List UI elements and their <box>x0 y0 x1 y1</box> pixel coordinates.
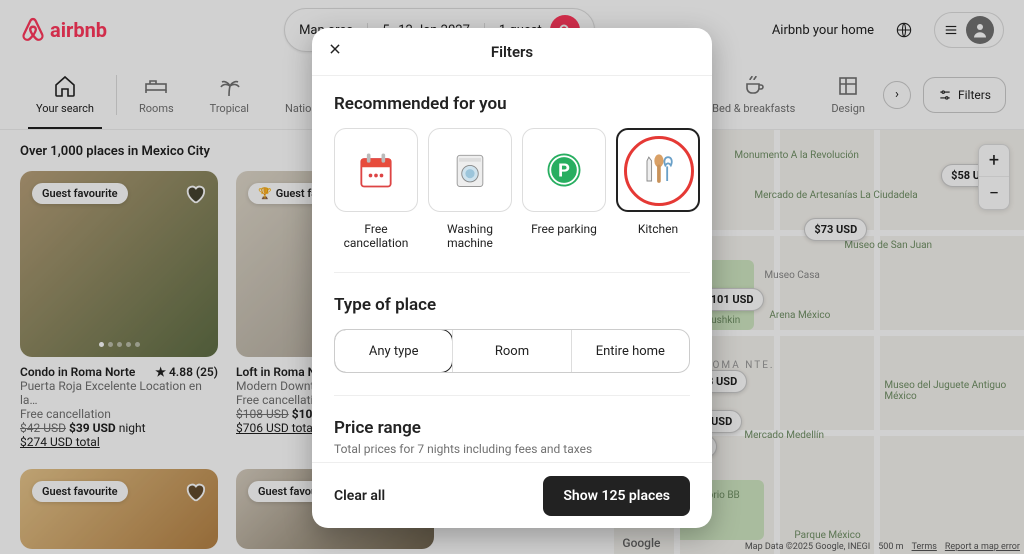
type-any[interactable]: Any type <box>334 329 453 373</box>
type-title: Type of place <box>334 295 690 315</box>
filter-kitchen[interactable]: Kitchen <box>616 128 700 250</box>
svg-text:P: P <box>558 160 570 181</box>
filter-washing-machine[interactable]: Washing machine <box>428 128 512 250</box>
price-subtitle: Total prices for 7 nights including fees… <box>334 442 690 456</box>
type-segmented: Any type Room Entire home <box>334 329 690 373</box>
price-title: Price range <box>334 418 690 438</box>
recommended-title: Recommended for you <box>334 94 690 114</box>
clear-all[interactable]: Clear all <box>334 488 385 504</box>
filter-free-cancellation[interactable]: Free cancellation <box>334 128 418 250</box>
modal-title: Filters <box>491 43 533 61</box>
show-places-button[interactable]: Show 125 places <box>543 476 690 516</box>
filter-free-parking[interactable]: P Free parking <box>522 128 606 250</box>
close-icon[interactable] <box>328 42 342 60</box>
filters-modal: Filters Recommended for you Free cancell… <box>312 28 712 528</box>
type-entire[interactable]: Entire home <box>571 330 689 372</box>
type-room[interactable]: Room <box>452 330 570 372</box>
